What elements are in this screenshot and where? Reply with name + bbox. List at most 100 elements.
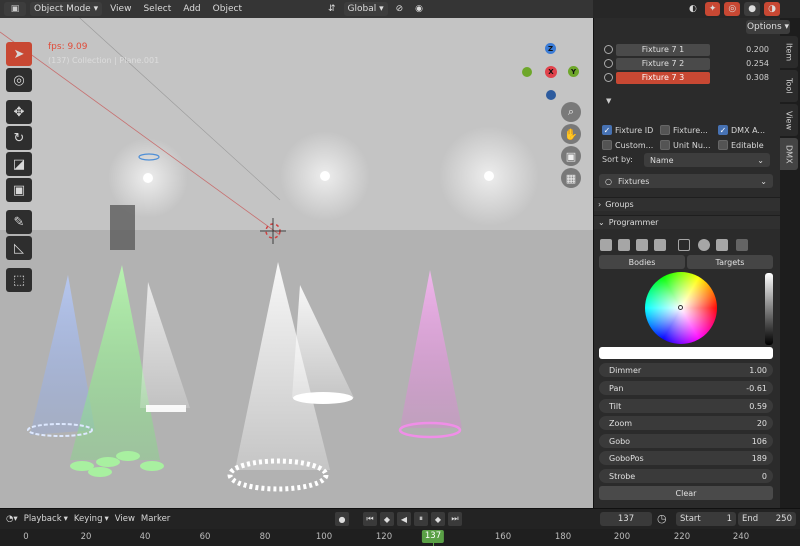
orientation-selector[interactable]: Global ▾ xyxy=(343,2,388,16)
end-frame-field[interactable]: End 250 xyxy=(738,512,796,526)
shading-solid-icon[interactable]: ● xyxy=(744,2,761,16)
fixture-list-item[interactable]: Fixture 7 1 0.200 xyxy=(604,43,769,56)
camera-view-button[interactable]: ▣ xyxy=(561,146,581,166)
programmer-section-header[interactable]: ⌄ Programmer xyxy=(594,215,780,229)
shading-rendered-icon[interactable]: ◑ xyxy=(764,2,780,16)
gizmo-y-axis[interactable]: Y xyxy=(568,66,579,77)
column-unit-number[interactable]: Unit Nu... xyxy=(660,139,711,151)
param-pan[interactable]: Pan -0.61 xyxy=(599,381,773,395)
param-zoom[interactable]: Zoom 20 xyxy=(599,416,773,430)
select-even-icon[interactable] xyxy=(654,239,666,251)
clear-selection-icon[interactable] xyxy=(736,239,748,251)
column-fixture[interactable]: Fixture... xyxy=(660,124,708,136)
param-gobo-pos[interactable]: GoboPos 189 xyxy=(599,451,773,465)
pan-button[interactable]: ✋ xyxy=(561,124,581,144)
overlay-toggle-icon[interactable]: ◎ xyxy=(724,2,741,16)
gizmo-x-axis[interactable]: X xyxy=(545,66,557,78)
pause-icon[interactable]: ⏸ xyxy=(414,512,428,526)
tab-dmx[interactable]: DMX xyxy=(780,138,798,170)
home-icon[interactable] xyxy=(698,239,710,251)
measure-tool[interactable]: ◺ xyxy=(6,236,32,260)
select-all-icon[interactable] xyxy=(600,239,612,251)
column-editable[interactable]: Editable xyxy=(718,139,764,151)
editor-type-button[interactable]: ▣ xyxy=(4,2,26,16)
clock-icon[interactable]: ◔▾ xyxy=(6,514,18,524)
targets-button[interactable]: Targets xyxy=(687,255,773,269)
select-odd-icon[interactable] xyxy=(636,239,648,251)
proportional-edit-icon[interactable]: ◉ xyxy=(411,2,427,16)
marker-menu[interactable]: Marker xyxy=(141,514,170,524)
pivot-icon[interactable]: ⇵ xyxy=(324,2,340,16)
add-cube-tool[interactable]: ⬚ xyxy=(6,268,32,292)
chevron-down-icon: ⌄ xyxy=(760,176,767,186)
clear-button[interactable]: Clear xyxy=(599,486,773,500)
jump-start-icon[interactable]: ⏮ xyxy=(363,512,377,526)
menu-select[interactable]: Select xyxy=(139,2,175,16)
gizmo-z-axis[interactable]: Z xyxy=(545,43,556,54)
cursor-tool[interactable]: ◎ xyxy=(6,68,32,92)
menu-object[interactable]: Object xyxy=(209,2,246,16)
bodies-button[interactable]: Bodies xyxy=(599,255,685,269)
cursor-arrow-icon: ➤ xyxy=(13,46,25,62)
menu-add[interactable]: Add xyxy=(179,2,204,16)
fixture-name: Fixture 7 3 xyxy=(616,71,710,84)
list-expand-arrow-icon[interactable]: ▼ xyxy=(606,97,611,105)
select-tool[interactable]: ➤ xyxy=(6,42,32,66)
grid-icon: ▦ xyxy=(565,171,577,185)
zoom-button[interactable]: ⌕ xyxy=(561,102,581,122)
tab-view[interactable]: View xyxy=(780,104,798,136)
stopwatch-icon[interactable]: ◷ xyxy=(657,512,667,525)
next-keyframe-icon[interactable]: ◆ xyxy=(431,512,445,526)
frame-ruler[interactable]: 0 20 40 60 80 100 120 140 160 180 200 22… xyxy=(0,529,800,546)
3d-viewport[interactable]: fps: 9.09 (137) Collection | Plane.001 ➤… xyxy=(0,0,593,508)
perspective-toggle[interactable]: ▦ xyxy=(561,168,581,188)
start-frame-field[interactable]: Start 1 xyxy=(676,512,736,526)
tab-tool[interactable]: Tool xyxy=(780,70,798,102)
bulb-icon xyxy=(604,45,613,54)
move-icon: ✥ xyxy=(13,104,25,120)
select-invert-icon[interactable] xyxy=(618,239,630,251)
rotate-tool[interactable]: ↻ xyxy=(6,126,32,150)
frame-tick: 160 xyxy=(494,532,512,542)
play-reverse-icon[interactable]: ◀ xyxy=(397,512,411,526)
visibility-icon[interactable]: ◐ xyxy=(685,2,701,16)
transform-tool[interactable]: ▣ xyxy=(6,178,32,202)
mode-selector[interactable]: Object Mode ▾ xyxy=(30,2,103,16)
lock-icon[interactable] xyxy=(716,239,728,251)
color-swatch[interactable] xyxy=(599,347,773,359)
jump-end-icon[interactable]: ⏭ xyxy=(448,512,462,526)
move-tool[interactable]: ✥ xyxy=(6,100,32,124)
gizmo-toggle-icon[interactable]: ✦ xyxy=(704,2,721,16)
gizmo-neg-z-axis[interactable] xyxy=(546,90,556,100)
deselect-icon[interactable] xyxy=(678,239,690,251)
groups-section-header[interactable]: › Groups xyxy=(594,197,780,211)
param-dimmer[interactable]: Dimmer 1.00 xyxy=(599,363,773,377)
param-strobe[interactable]: Strobe 0 xyxy=(599,469,773,483)
tab-item[interactable]: Item xyxy=(780,36,798,68)
column-dmx-address[interactable]: ✓ DMX A... xyxy=(718,124,765,136)
current-frame-field[interactable]: 137 xyxy=(600,512,652,526)
param-gobo[interactable]: Gobo 106 xyxy=(599,434,773,448)
record-icon[interactable]: ● xyxy=(335,512,349,526)
scale-tool[interactable]: ◪ xyxy=(6,152,32,176)
fixture-list-item-selected[interactable]: Fixture 7 3 0.308 xyxy=(604,71,769,84)
sort-dropdown[interactable]: Name ⌄ xyxy=(644,153,770,167)
value-slider[interactable] xyxy=(765,273,773,345)
column-fixture-id[interactable]: ✓ Fixture ID xyxy=(602,124,653,136)
annotate-tool[interactable]: ✎ xyxy=(6,210,32,234)
view-menu[interactable]: View xyxy=(115,514,135,524)
gizmo-neg-y-axis[interactable] xyxy=(522,67,532,77)
playhead-frame-label[interactable]: 137 xyxy=(421,530,445,543)
prev-keyframe-icon[interactable]: ◆ xyxy=(380,512,394,526)
color-wheel[interactable] xyxy=(645,272,717,344)
color-picker-cursor[interactable] xyxy=(678,305,683,310)
param-tilt[interactable]: Tilt 0.59 xyxy=(599,399,773,413)
keying-menu[interactable]: Keying ▾ xyxy=(74,514,109,524)
options-dropdown[interactable]: Options ▾ xyxy=(746,20,790,34)
playback-menu[interactable]: Playback ▾ xyxy=(24,514,68,524)
snap-icon[interactable]: ⊘ xyxy=(392,2,408,16)
menu-view[interactable]: View xyxy=(106,2,135,16)
fixture-list-item[interactable]: Fixture 7 2 0.254 xyxy=(604,57,769,70)
fixtures-dropdown[interactable]: ○ Fixtures ⌄ xyxy=(599,174,773,188)
column-custom[interactable]: Custom... xyxy=(602,139,653,151)
